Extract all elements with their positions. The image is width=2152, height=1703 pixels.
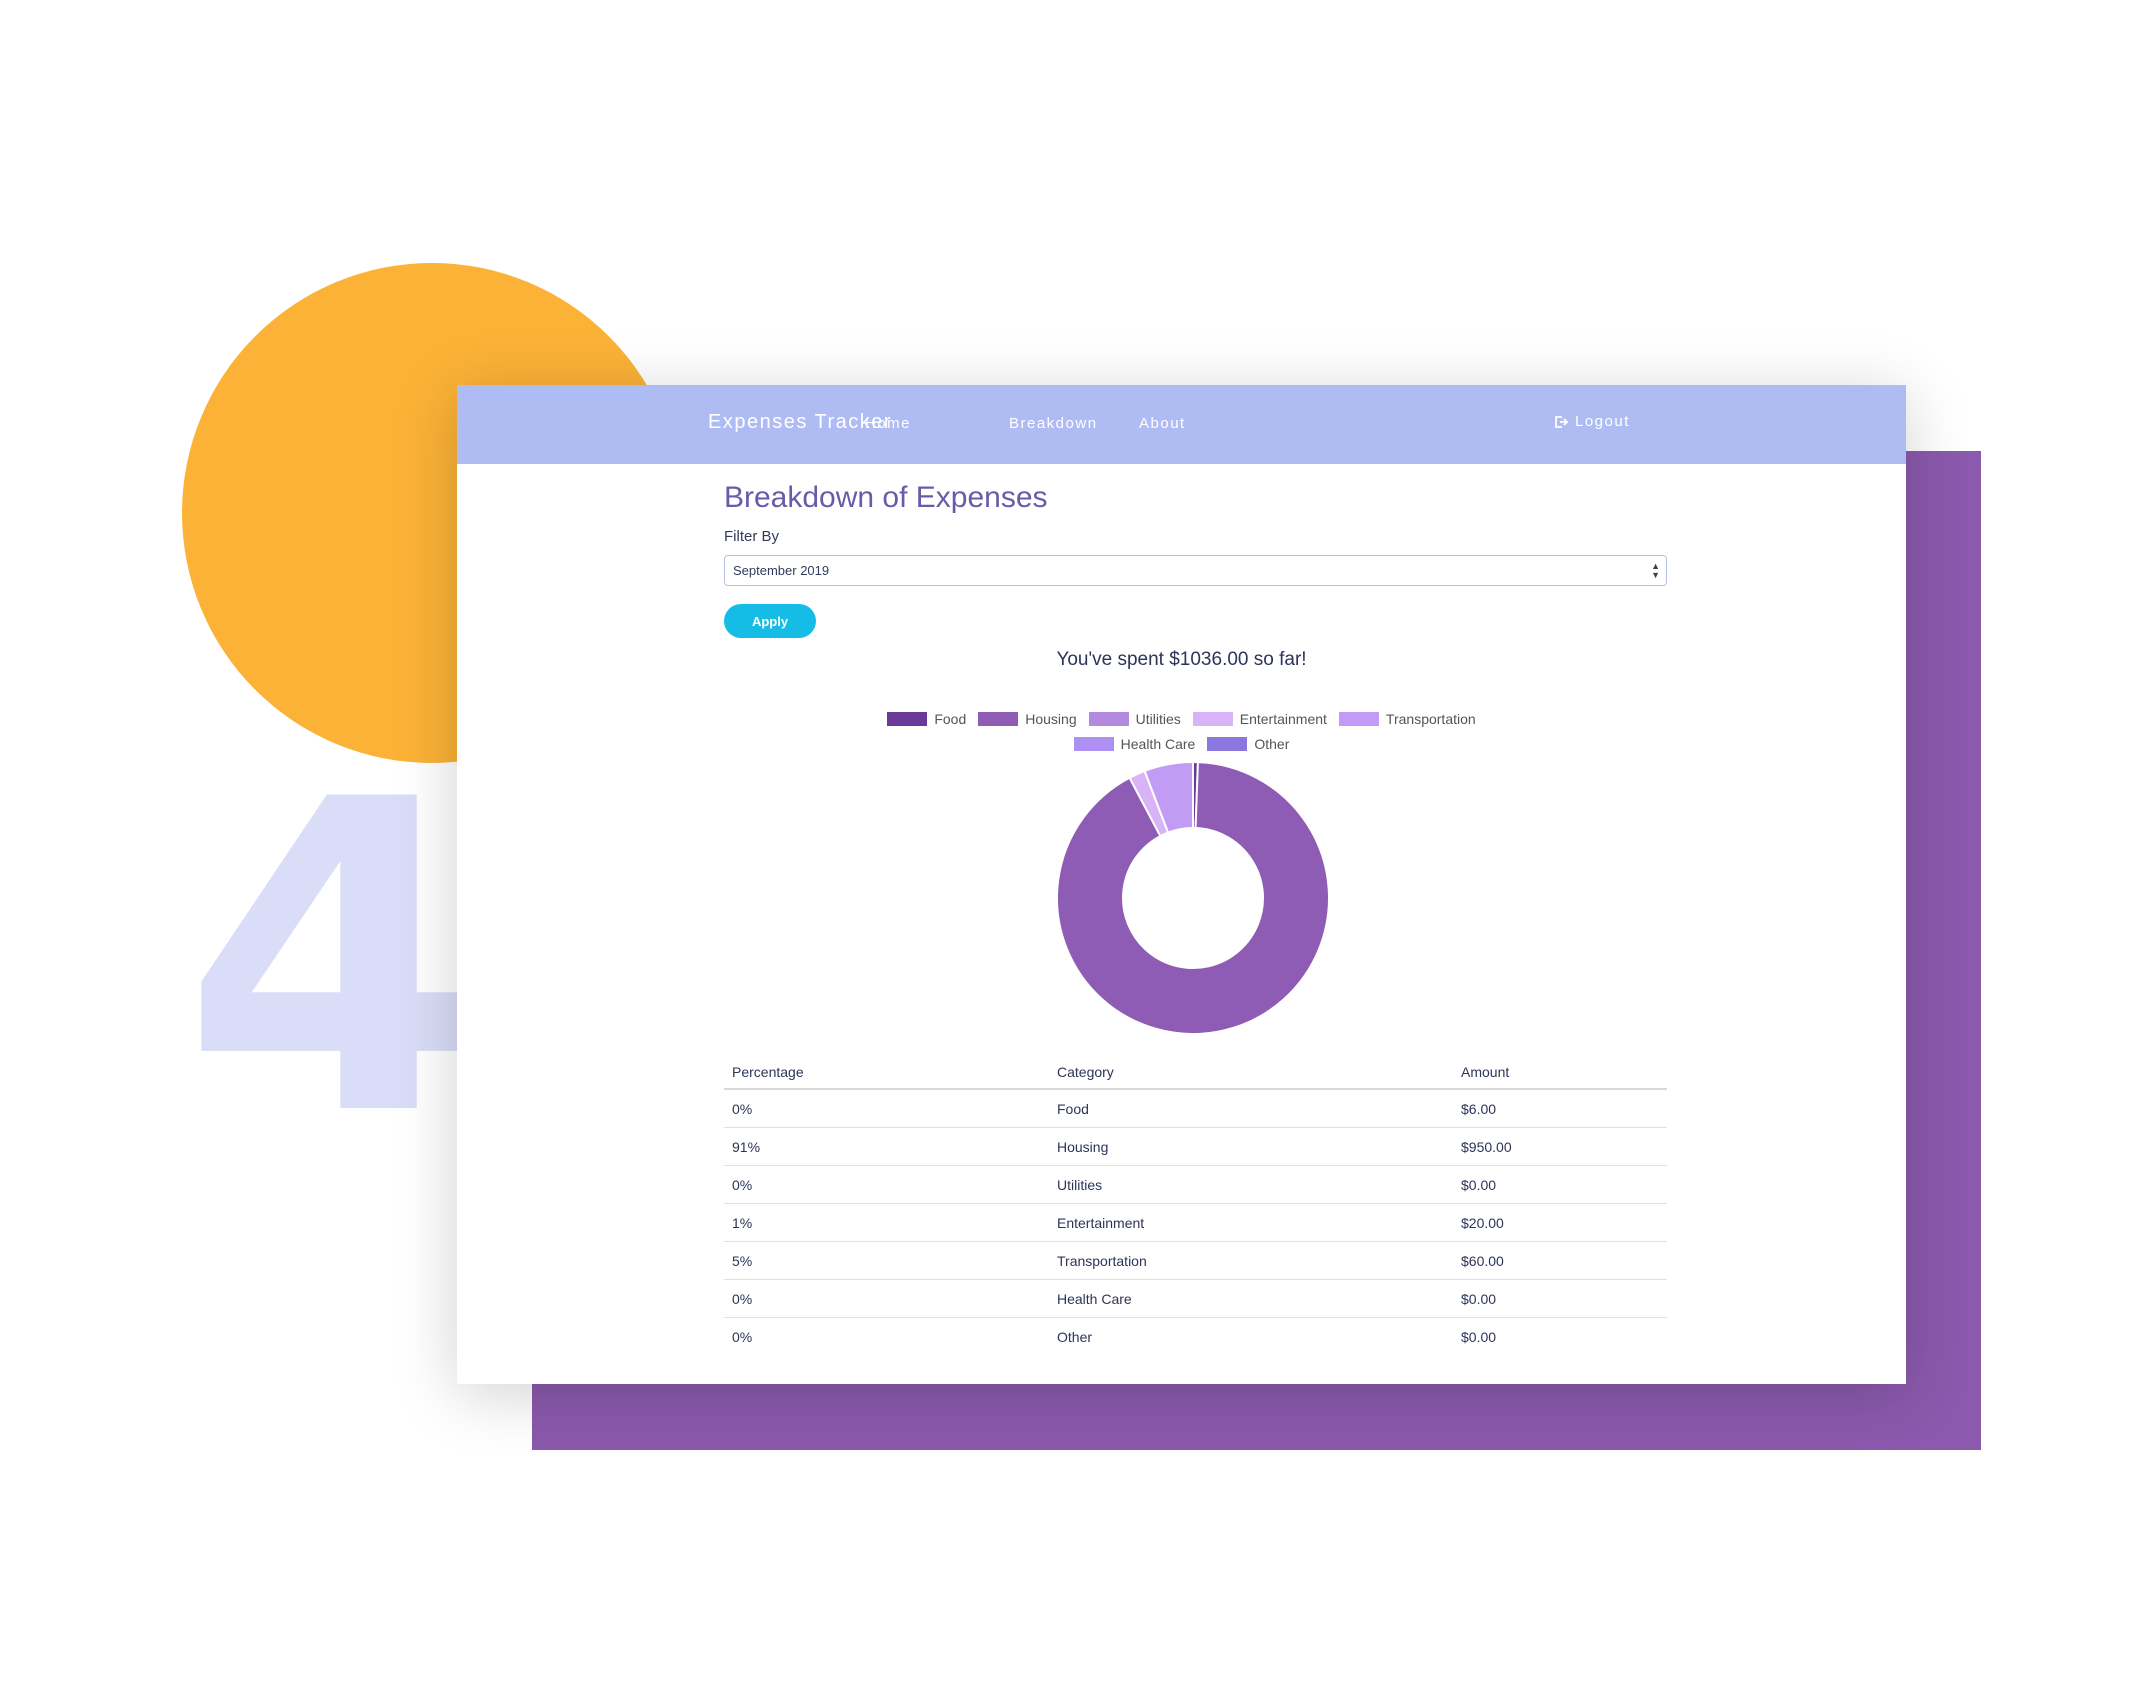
cell-amount: $0.00	[1453, 1279, 1667, 1318]
cell-category: Other	[1057, 1328, 1093, 1345]
table-row: 1% Entertainment $20.00	[724, 1203, 1667, 1242]
legend-label-food: Food	[934, 710, 967, 727]
column-header-category: Category	[1049, 1055, 1453, 1090]
page-title: Breakdown of Expenses	[724, 481, 1048, 514]
legend-label-entertainment: Entertainment	[1239, 710, 1327, 727]
table-row: 0% Health Care $0.00	[724, 1279, 1667, 1318]
cell-percentage: 5%	[724, 1241, 1049, 1280]
cell-amount: $0.00	[1453, 1165, 1667, 1204]
nav-link-breakdown[interactable]: Breakdown	[1009, 415, 1098, 432]
cell-category: Housing	[1049, 1127, 1453, 1166]
logout-button[interactable]: Logout	[1553, 413, 1630, 430]
cell-percentage: 1%	[724, 1203, 1049, 1242]
cell-percentage: 0%	[732, 1328, 753, 1345]
legend-swatch-utilities	[1088, 711, 1129, 726]
table-row: 0% Food $6.00	[724, 1089, 1667, 1128]
legend-item-food[interactable]: Food	[887, 711, 966, 727]
cell-amount: $60.00	[1453, 1241, 1667, 1280]
navbar: Expenses Tracker Home Breakdown About Lo…	[457, 385, 1906, 464]
legend-item-other[interactable]: Other	[1207, 736, 1289, 752]
legend-label-health-care: Health Care	[1120, 735, 1196, 752]
cell-amount: $950.00	[1453, 1127, 1667, 1166]
legend-row-1: Food Housing Utilities Entertainment Tra…	[457, 706, 1906, 731]
legend-label-other: Other	[1254, 735, 1290, 752]
legend-swatch-transportation	[1338, 711, 1379, 726]
month-filter-select[interactable]: September 2019 ▲ ▼	[724, 555, 1667, 586]
legend-row-2: Health Care Other	[457, 731, 1906, 756]
legend-item-entertainment[interactable]: Entertainment	[1192, 710, 1327, 727]
table-row: 0% Utilities $0.00	[724, 1165, 1667, 1204]
legend-label-housing: Housing	[1025, 710, 1077, 727]
table-header-row: Percentage Category Amount	[724, 1055, 1667, 1090]
logout-label: Logout	[1575, 413, 1630, 430]
expenses-donut-chart[interactable]	[1055, 760, 1331, 1036]
cell-amount: $0.00	[1461, 1328, 1497, 1345]
cell-category: Utilities	[1049, 1165, 1453, 1204]
cell-percentage: 0%	[724, 1165, 1049, 1204]
cell-amount: $6.00	[1453, 1089, 1667, 1128]
legend-item-transportation[interactable]: Transportation	[1338, 710, 1476, 727]
legend-swatch-entertainment	[1192, 711, 1233, 726]
legend-label-utilities: Utilities	[1135, 710, 1181, 727]
cell-percentage: 0%	[724, 1089, 1049, 1128]
chart-legend: Food Housing Utilities Entertainment Tra…	[457, 706, 1906, 756]
table-row: 0% Other $0.00	[724, 1318, 1667, 1356]
expenses-table: Percentage Category Amount 0% Food $6.00…	[724, 1055, 1667, 1355]
legend-label-transportation: Transportation	[1385, 710, 1476, 727]
total-spent-summary: You've spent $1036.00 so far!	[1056, 649, 1307, 670]
filter-label: Filter By	[724, 528, 780, 545]
legend-swatch-health-care	[1073, 736, 1114, 751]
apply-button[interactable]: Apply	[724, 604, 816, 638]
legend-item-housing[interactable]: Housing	[978, 710, 1077, 727]
column-header-amount: Amount	[1453, 1055, 1667, 1090]
app-window: Expenses Tracker Home Breakdown About Lo…	[457, 385, 1906, 1384]
column-header-percentage: Percentage	[724, 1055, 1049, 1090]
cell-category: Health Care	[1049, 1279, 1453, 1318]
legend-swatch-housing	[978, 711, 1019, 726]
table-row: 5% Transportation $60.00	[724, 1241, 1667, 1280]
select-arrows-icon: ▲ ▼	[1651, 561, 1660, 580]
logout-icon	[1555, 415, 1569, 428]
legend-item-utilities[interactable]: Utilities	[1088, 710, 1181, 727]
cell-percentage: 0%	[724, 1279, 1049, 1318]
cell-amount: $20.00	[1453, 1203, 1667, 1242]
legend-swatch-other	[1207, 736, 1248, 751]
cell-category: Food	[1049, 1089, 1453, 1128]
month-filter-value: September 2019	[733, 563, 830, 578]
cell-percentage: 91%	[724, 1127, 1049, 1166]
decorative-step-number: 4	[182, 710, 481, 1210]
cell-category: Transportation	[1049, 1241, 1453, 1280]
legend-item-health-care[interactable]: Health Care	[1073, 735, 1196, 752]
table-row: 91% Housing $950.00	[724, 1127, 1667, 1166]
nav-link-about[interactable]: About	[1139, 415, 1186, 432]
nav-link-home[interactable]: Home	[865, 415, 911, 432]
legend-swatch-food	[887, 711, 928, 726]
cell-category: Entertainment	[1049, 1203, 1453, 1242]
